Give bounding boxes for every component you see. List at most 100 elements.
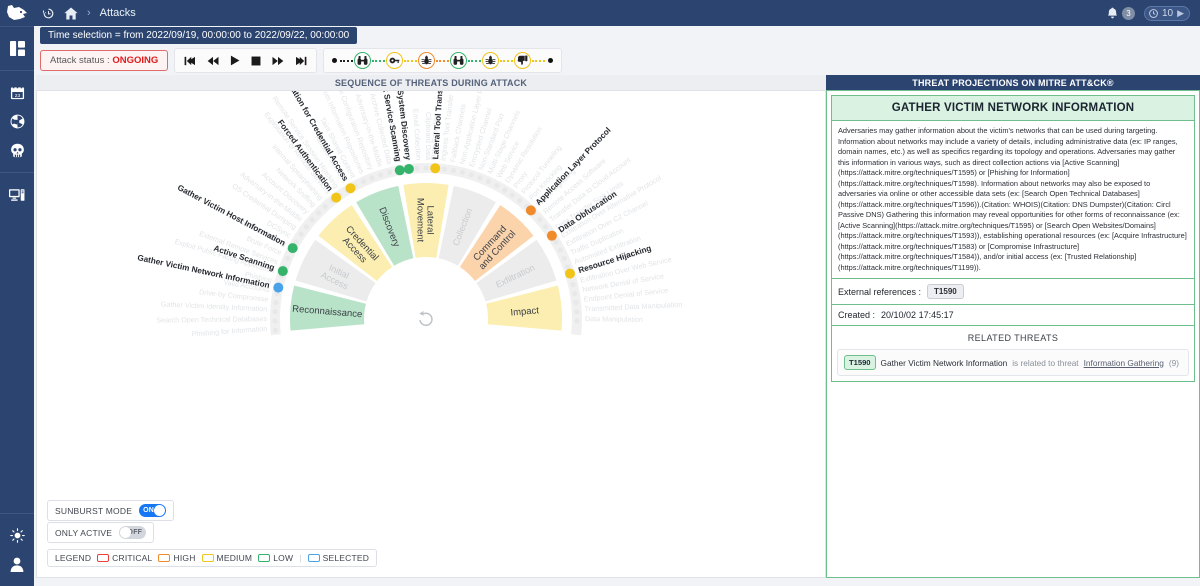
sequence-node-reconnaissance-2[interactable] [450, 52, 468, 69]
legend-item-medium: MEDIUM [201, 553, 253, 563]
sidebar-item-threats[interactable] [0, 136, 34, 165]
rewind-button[interactable] [207, 56, 219, 66]
sunburst-technique-pip-inactive [502, 187, 508, 193]
sunburst-technique-marker[interactable] [287, 243, 298, 254]
sidebar-item-calendar[interactable]: 23 [0, 78, 34, 107]
sunburst-technique-label-inactive: Data Manipulation [585, 314, 643, 324]
reset-rotate-icon [419, 312, 433, 326]
sunburst-technique-pip-inactive [468, 172, 474, 178]
monitor-icon [9, 188, 25, 201]
related-threat-count: (9) [1168, 357, 1180, 368]
home-icon[interactable] [64, 7, 78, 20]
key-icon [389, 57, 400, 64]
rail-group-assets [0, 172, 34, 216]
sunburst-mode-label: SUNBURST MODE [55, 505, 133, 516]
attack-status-value: ONGOING [112, 55, 159, 66]
sunburst-mode-switch[interactable]: ON [139, 504, 167, 517]
app-logo[interactable] [0, 0, 34, 26]
sequence-node-lateral-movement-1[interactable] [418, 52, 436, 69]
sunburst-technique-marker[interactable] [525, 205, 536, 216]
attack-analysis-page: 23 › Attacks 3 10 ▶ Time selection = fro… [0, 0, 1200, 586]
sequence-node-impact-1[interactable] [514, 52, 532, 69]
play-button[interactable] [230, 55, 240, 66]
sunburst-tactic-label: Impact [510, 305, 540, 318]
legend-item-label: HIGH [173, 553, 196, 563]
sunburst-technique-pip-inactive [517, 198, 523, 204]
notification-badge: 3 [1121, 6, 1135, 20]
legend-item-high: HIGH [158, 553, 195, 563]
sunburst-technique-pip-inactive [574, 318, 580, 324]
topbar-actions: 3 10 ▶ [1107, 5, 1200, 21]
svg-text:23: 23 [14, 93, 20, 99]
fast-forward-icon [272, 56, 284, 65]
sunburst-technique-pip-inactive [459, 169, 466, 176]
sunburst-technique-pip-inactive [450, 167, 457, 174]
sunburst-technique-marker[interactable] [331, 192, 342, 203]
rail-group-main [0, 26, 34, 70]
sidebar-item-assets[interactable] [0, 180, 34, 209]
sunburst-technique-pip-inactive [414, 165, 420, 171]
skip-to-start-button[interactable] [184, 56, 196, 66]
sunburst-mode-toggle[interactable]: SUNBURST MODE ON [47, 500, 175, 521]
stop-button[interactable] [251, 56, 261, 66]
related-threat-link[interactable]: Information Gathering [1084, 358, 1164, 368]
auto-refresh-control[interactable]: 10 ▶ [1143, 5, 1190, 21]
only-active-toggle[interactable]: ONLY ACTIVE OFF [47, 522, 155, 543]
fast-forward-button[interactable] [272, 56, 284, 66]
sequence-node-credential-access-1[interactable] [386, 52, 404, 69]
sunburst-technique-marker[interactable] [565, 268, 576, 279]
left-panel-title: SEQUENCE OF THREATS DURING ATTACK [36, 75, 826, 90]
sunburst-technique-marker[interactable] [277, 266, 288, 277]
bell-icon [1107, 7, 1117, 19]
sequence-node-reconnaissance-1[interactable] [354, 52, 372, 69]
external-reference-tag[interactable]: T1590 [927, 284, 964, 300]
sunburst-technique-label-inactive: Search Open Technical Databases [156, 314, 267, 324]
sunburst-technique-marker[interactable] [403, 163, 414, 174]
time-selection-chip[interactable]: Time selection = from 2022/09/19, 00:00:… [40, 27, 358, 44]
sunburst-technique-pip-inactive [273, 300, 279, 306]
user-icon [10, 557, 24, 572]
notifications[interactable]: 3 [1107, 6, 1135, 20]
sunburst-technique-marker[interactable] [394, 165, 405, 176]
skip-start-icon [184, 56, 196, 65]
skull-icon [10, 143, 24, 158]
legend-item-critical: CRITICAL [97, 553, 152, 563]
technique-title: GATHER VICTIM NETWORK INFORMATION [831, 95, 1195, 121]
threat-sequence-timeline[interactable] [323, 48, 563, 73]
sunburst-center-reset[interactable] [419, 311, 433, 326]
external-references-row: External references : T1590 [831, 279, 1195, 306]
sunburst-technique-pip-inactive [542, 224, 549, 230]
only-active-switch[interactable]: OFF [119, 526, 147, 539]
thumbs-down-icon [517, 55, 528, 65]
related-threats-title: RELATED THREATS [967, 333, 1059, 344]
legend-items: CRITICAL HIGH MEDIUM LOW | SELECTED [97, 553, 369, 563]
bug-icon [421, 55, 432, 65]
sidebar-item-account[interactable] [0, 550, 34, 579]
sunburst-technique-marker[interactable] [546, 230, 557, 241]
binoculars-icon [453, 55, 464, 65]
sunburst-technique-marker[interactable] [430, 163, 441, 174]
legend-separator: | [299, 553, 302, 563]
sidebar-item-radiation[interactable] [0, 107, 34, 136]
legend-color-chip [307, 554, 320, 562]
sunburst-mode-state: ON [143, 507, 154, 514]
sunburst-technique-marker[interactable] [345, 183, 356, 194]
sunburst-technique-marker[interactable] [273, 282, 284, 293]
sequence-node-discovery-1[interactable] [482, 52, 500, 69]
legend-item-label: SELECTED [322, 553, 370, 563]
skip-end-icon [296, 56, 307, 65]
related-threat-item[interactable]: T1590 Gather Victim Network Information is… [837, 349, 1189, 377]
related-threats-list: T1590 Gather Victim Network Information is… [837, 349, 1189, 377]
sidebar-item-dashboard[interactable] [0, 34, 34, 63]
sunburst-technique-pip-inactive [360, 178, 367, 185]
legend-item-label: MEDIUM [216, 553, 253, 563]
right-panel-title: THREAT PROJECTIONS ON MITRE ATT&CK® [826, 75, 1200, 90]
skip-to-end-button[interactable] [295, 56, 307, 66]
refresh-play-icon[interactable]: ▶ [1177, 8, 1184, 19]
sunburst-technique-pip-inactive [423, 165, 429, 171]
breadcrumb-current[interactable]: Attacks [100, 7, 136, 19]
sidebar-item-theme[interactable] [0, 521, 34, 550]
history-icon[interactable] [42, 7, 55, 20]
sunburst-technique-pip-inactive [272, 318, 278, 324]
sunburst-chart[interactable]: ReconnaissanceInitialAccessCredentialAcc… [37, 91, 827, 561]
